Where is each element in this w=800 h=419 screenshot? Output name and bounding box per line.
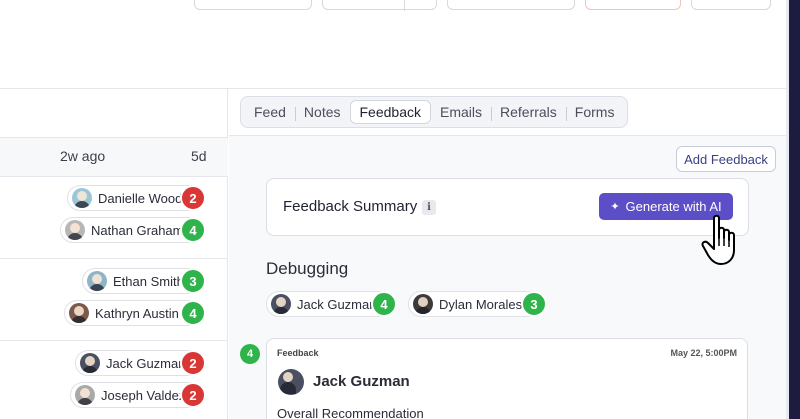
score-badge: 4 bbox=[371, 291, 397, 317]
interviewer-name: Jack Guzman bbox=[106, 355, 186, 371]
interviewer-chip[interactable]: Dylan Morales 3 bbox=[408, 291, 547, 317]
interviewer-chip[interactable]: Danielle Wood 2 bbox=[67, 185, 206, 211]
column-header-2w: 2w ago bbox=[60, 148, 106, 164]
feedback-card-label: Feedback bbox=[277, 348, 319, 358]
window-edge bbox=[786, 0, 800, 419]
interviewer-chip[interactable]: Nathan Graham 4 bbox=[60, 217, 206, 243]
hand-pointer-icon bbox=[701, 214, 735, 265]
tabs-divider bbox=[229, 135, 786, 136]
feedback-card-date: May 22, 5:00PM bbox=[670, 348, 737, 358]
avatar bbox=[65, 220, 85, 240]
interviewer-name: Nathan Graham bbox=[91, 222, 184, 238]
interviewer-chip[interactable]: Ethan Smith 3 bbox=[82, 268, 206, 294]
top-toolbar-button[interactable] bbox=[691, 0, 771, 10]
generate-with-ai-label: Generate with AI bbox=[625, 199, 722, 214]
row-divider bbox=[0, 340, 228, 341]
interviewer-chip[interactable]: Jack Guzman 2 bbox=[75, 350, 206, 376]
tab-emails[interactable]: Emails bbox=[431, 100, 493, 124]
tab-feedback[interactable]: Feedback bbox=[349, 100, 431, 124]
info-icon[interactable]: i bbox=[422, 200, 436, 215]
pipeline-header: 2w ago 5d bbox=[0, 137, 228, 177]
candidate-tabs: Feed Notes Feedback Emails Referrals For… bbox=[240, 96, 629, 128]
add-feedback-button[interactable]: Add Feedback bbox=[676, 146, 776, 172]
sparkle-icon: ✦ bbox=[610, 201, 620, 213]
overall-recommendation-heading: Overall Recommendation bbox=[277, 406, 424, 419]
score-badge: 2 bbox=[180, 350, 206, 376]
interviewer-name: Kathryn Austin bbox=[95, 305, 179, 321]
interviewer-name: Dylan Morales bbox=[439, 296, 523, 312]
score-badge: 3 bbox=[180, 268, 206, 294]
tab-referrals[interactable]: Referrals bbox=[491, 100, 567, 124]
pipeline-panel: 2w ago 5d Danielle Wood 2 Nathan Graham … bbox=[0, 89, 228, 419]
score-badge: 3 bbox=[521, 291, 547, 317]
score-badge: 2 bbox=[180, 185, 206, 211]
split-divider bbox=[404, 0, 405, 11]
interviewer-name: Joseph Valdez bbox=[101, 387, 186, 403]
feedback-card[interactable]: Feedback May 22, 5:00PM Jack Guzman Over… bbox=[266, 338, 748, 419]
score-badge: 4 bbox=[180, 217, 206, 243]
tab-forms[interactable]: Forms bbox=[566, 100, 624, 124]
tab-feed[interactable]: Feed bbox=[245, 100, 296, 124]
top-toolbar-split-button[interactable] bbox=[322, 0, 437, 11]
top-toolbar-button[interactable] bbox=[194, 0, 312, 10]
avatar bbox=[72, 188, 92, 208]
avatar bbox=[278, 369, 304, 395]
tab-notes[interactable]: Notes bbox=[295, 100, 350, 124]
feedback-author-name: Jack Guzman bbox=[313, 373, 410, 390]
interviewer-chip[interactable]: Joseph Valdez 2 bbox=[70, 382, 206, 408]
avatar bbox=[271, 294, 291, 314]
avatar bbox=[75, 385, 95, 405]
interviewer-name: Danielle Wood bbox=[98, 190, 183, 206]
interviewer-name: Ethan Smith bbox=[113, 273, 184, 289]
avatar bbox=[69, 303, 89, 323]
feedback-summary-card: Feedback Summary i ✦ Generate with AI bbox=[266, 178, 749, 236]
avatar bbox=[87, 271, 107, 291]
avatar bbox=[413, 294, 433, 314]
interview-section-title: Debugging bbox=[266, 259, 349, 278]
top-toolbar-button[interactable] bbox=[447, 0, 575, 10]
interviewer-name: Jack Guzman bbox=[297, 296, 377, 312]
interviewer-chip[interactable]: Kathryn Austin 4 bbox=[64, 300, 206, 326]
feedback-score-badge: 4 bbox=[240, 344, 260, 364]
row-divider bbox=[0, 258, 228, 259]
top-toolbar-danger-button[interactable] bbox=[585, 0, 681, 10]
avatar bbox=[80, 353, 100, 373]
feedback-summary-title: Feedback Summary bbox=[283, 198, 418, 215]
column-header-5d: 5d bbox=[191, 148, 207, 164]
score-badge: 2 bbox=[180, 382, 206, 408]
score-badge: 4 bbox=[180, 300, 206, 326]
interviewer-chip[interactable]: Jack Guzman 4 bbox=[266, 291, 397, 317]
